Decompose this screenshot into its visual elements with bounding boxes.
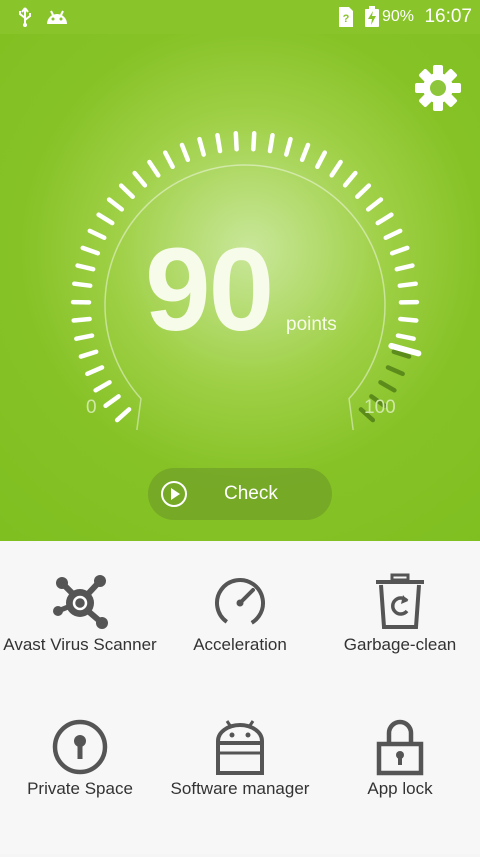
gauge-tick: [270, 135, 273, 151]
gauge-tick: [398, 336, 414, 339]
gauge-tick: [388, 367, 403, 373]
gauge-tick: [236, 133, 237, 149]
gauge-tick: [182, 145, 188, 160]
gauge-tick: [378, 215, 392, 223]
gauge-tick: [199, 139, 203, 154]
tool-label: App lock: [320, 779, 480, 799]
android-debug-icon: [44, 6, 70, 28]
gauge-tick: [106, 396, 119, 405]
check-button[interactable]: Check: [148, 468, 332, 520]
tool-private-space[interactable]: Private Space: [0, 717, 160, 857]
gauge-tick: [76, 336, 92, 339]
svg-text:?: ?: [343, 13, 350, 25]
gauge-tick: [253, 133, 254, 149]
tool-garbage-clean[interactable]: Garbage-clean: [320, 571, 480, 711]
gauge-tick: [83, 248, 98, 253]
padlock-icon: [370, 717, 430, 777]
gauge-tick: [135, 173, 145, 185]
tool-label: Acceleration: [160, 635, 320, 655]
gauge-tick: [74, 284, 90, 286]
gauge-tick: [302, 145, 308, 160]
sim-unknown-icon: ?: [338, 6, 354, 28]
gauge-tick: [90, 231, 104, 238]
android-briefcase-icon: [210, 717, 270, 777]
gauge-tick: [74, 319, 90, 320]
gauge-tick: [217, 135, 220, 151]
tool-label: Avast Virus Scanner: [0, 635, 160, 655]
gauge-tick: [99, 215, 113, 223]
gauge-min-label: 0: [86, 397, 97, 419]
hero-panel: ? 90% 16:07 90 points 0 100 Check: [0, 0, 480, 541]
gauge-tick: [386, 231, 400, 238]
gauge-tick: [96, 382, 110, 390]
gauge-tick: [165, 153, 172, 167]
gauge-tick: [87, 367, 102, 373]
tools-grid: Avast Virus Scanner Acceleration Garbage…: [0, 541, 480, 854]
trash-recycle-icon: [370, 571, 430, 631]
play-icon: [160, 480, 188, 508]
gauge-tick: [78, 266, 94, 270]
gauge-tick: [400, 284, 416, 286]
tool-label: Software manager: [160, 779, 320, 799]
score-value: 90: [145, 222, 272, 358]
gauge-tick: [368, 200, 381, 210]
gauge-tick: [286, 139, 290, 154]
gauge-tick: [392, 248, 407, 253]
speedometer-icon: [210, 571, 270, 631]
gauge-max-label: 100: [364, 397, 396, 419]
tool-app-lock[interactable]: App lock: [320, 717, 480, 857]
gauge-tick: [117, 409, 129, 420]
gauge-tick: [357, 186, 369, 197]
tool-label: Private Space: [0, 779, 160, 799]
gauge-tick: [121, 186, 133, 197]
gauge-tick: [380, 382, 394, 390]
gauge-tick: [109, 200, 122, 210]
score-unit: points: [286, 314, 337, 336]
battery-charging-icon: [364, 6, 380, 28]
gauge-tick: [332, 162, 341, 175]
check-button-label: Check: [224, 483, 278, 505]
gauge-tick: [400, 319, 416, 320]
status-bar: ? 90% 16:07: [0, 0, 480, 34]
tool-label: Garbage-clean: [320, 635, 480, 655]
keyhole-icon: [50, 717, 110, 777]
tool-acceleration[interactable]: Acceleration: [160, 571, 320, 711]
gauge-tick: [397, 266, 413, 270]
gauge-tick: [81, 352, 96, 357]
gauge-tick: [317, 153, 324, 167]
avast-icon: [50, 571, 110, 631]
tool-software-manager[interactable]: Software manager: [160, 717, 320, 857]
battery-percent: 90%: [382, 8, 414, 26]
usb-icon: [14, 6, 36, 28]
tool-avast-virus-scanner[interactable]: Avast Virus Scanner: [0, 571, 160, 711]
clock: 16:07: [424, 6, 472, 28]
gauge-tick: [149, 162, 158, 175]
gauge-tick: [345, 173, 355, 185]
